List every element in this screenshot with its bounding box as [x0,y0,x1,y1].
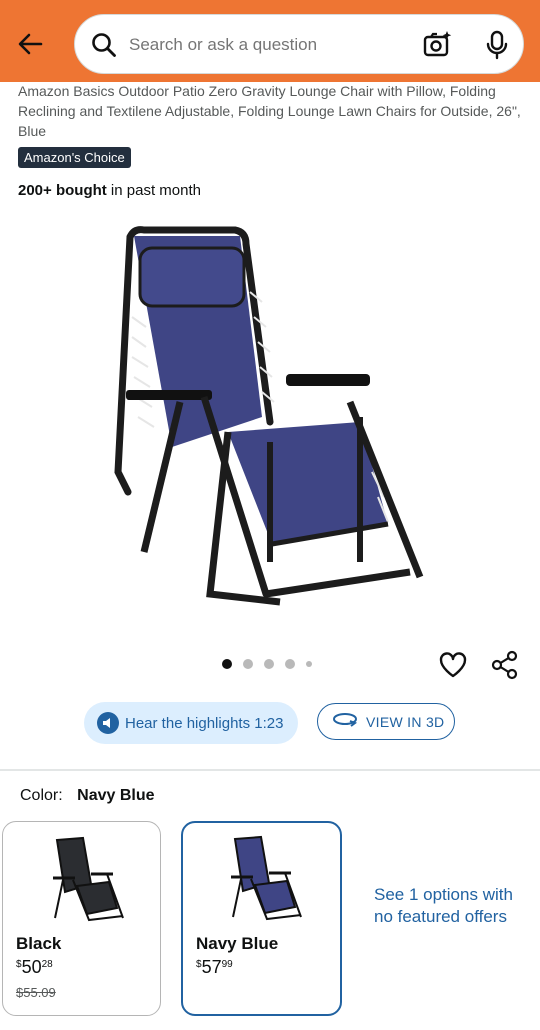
chair-thumbnail-black [53,836,124,922]
list-price: $55.09 [16,985,56,1000]
carousel-dot[interactable] [306,661,312,667]
search-input[interactable] [129,35,409,55]
share-icon[interactable] [490,650,520,685]
hear-highlights-label: Hear the highlights 1:23 [125,714,284,732]
view-in-3d-button[interactable]: VIEW IN 3D [317,703,455,740]
camera-search-icon[interactable] [421,29,453,66]
search-icon [91,32,117,63]
back-arrow-icon[interactable] [10,24,50,64]
bought-count-rest: in past month [106,182,201,199]
price-whole: 57 [201,957,222,977]
price-fraction: 99 [221,959,233,970]
chair-thumbnail-navy-blue [231,835,302,921]
rotate-3d-icon [332,711,358,732]
price-symbol: $ [196,959,202,970]
carousel-dot[interactable] [285,659,295,669]
carousel-dot[interactable] [222,659,232,669]
see-options-link[interactable]: See 1 options with no featured offers [374,884,524,928]
option-name: Navy Blue [196,934,279,953]
option-price: $5799 [196,957,233,978]
search-bar[interactable] [74,14,524,74]
product-image[interactable] [110,222,430,612]
color-label: Color: [20,787,63,804]
bought-count-bold: 200+ bought [18,182,107,199]
carousel-dot[interactable] [243,659,253,669]
audio-play-icon [97,712,119,734]
color-selector-label: Color: Navy Blue [20,787,155,805]
microphone-icon[interactable] [481,29,513,66]
product-title: Amazon Basics Outdoor Patio Zero Gravity… [18,83,521,139]
color-option-black[interactable]: Black $5028 $55.09 [2,821,161,1016]
carousel-dot[interactable] [264,659,274,669]
hear-highlights-button[interactable]: Hear the highlights 1:23 [84,702,298,744]
heart-icon[interactable] [438,650,468,685]
option-name: Black [16,934,62,953]
view-in-3d-label: VIEW IN 3D [366,713,445,730]
price-fraction: 28 [41,959,53,970]
amazons-choice-badge[interactable]: Amazon's Choice [18,147,131,168]
divider [0,769,540,771]
selected-color: Navy Blue [77,787,155,804]
bought-count: 200+ bought in past month [18,182,201,199]
price-symbol: $ [16,959,22,970]
option-price: $5028 [16,957,53,978]
price-whole: 50 [21,957,42,977]
image-carousel-dots[interactable] [222,659,312,669]
header-bar [0,0,540,82]
color-option-navy-blue[interactable]: Navy Blue $5799 [181,821,342,1016]
